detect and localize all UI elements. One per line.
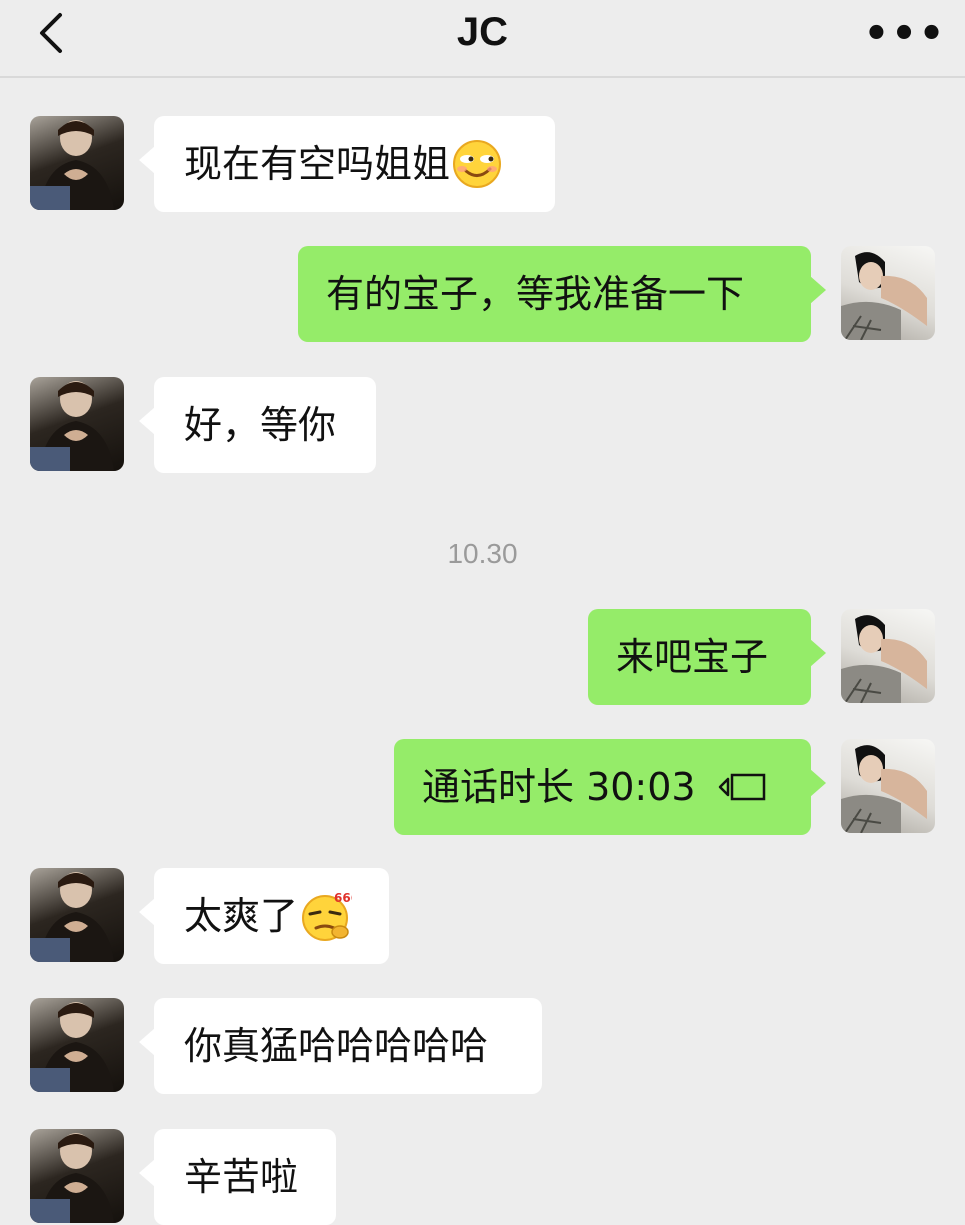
message-text: 通话时长 30:03 — [422, 765, 696, 809]
avatar-jc[interactable] — [30, 998, 124, 1092]
chat-header: JC ••• — [0, 0, 965, 78]
chat-title: JC — [456, 10, 509, 54]
message-bubble[interactable]: 辛苦啦 — [139, 1129, 336, 1225]
call-record-bubble[interactable]: 通话时长 30:03 — [394, 739, 826, 835]
svg-text:666: 666 — [334, 891, 352, 905]
avatar-photo — [841, 745, 927, 833]
avatar-photo — [30, 1002, 114, 1092]
message-bubble[interactable]: 来吧宝子 — [588, 609, 826, 705]
timestamp: 10.30 — [447, 538, 518, 569]
message-bubble[interactable]: 有的宝子，等我准备一下 — [298, 246, 826, 342]
message-text: 你真猛哈哈哈哈哈 — [184, 1024, 489, 1068]
message-text: 有的宝子，等我准备一下 — [326, 272, 745, 316]
avatar-photo — [30, 872, 114, 962]
message-bubble[interactable]: 你真猛哈哈哈哈哈 — [139, 998, 542, 1094]
avatar-jc[interactable] — [30, 1129, 124, 1223]
avatar-me[interactable] — [841, 246, 935, 340]
avatar-photo — [30, 1133, 114, 1223]
666-thinking-face-emoji: 666 — [302, 891, 352, 941]
avatar-jc[interactable] — [30, 377, 124, 471]
message-bubble[interactable]: 好，等你 — [139, 377, 376, 473]
avatar-photo — [841, 252, 927, 340]
message-text: 辛苦啦 — [184, 1155, 299, 1199]
avatar-jc[interactable] — [30, 116, 124, 210]
avatar-photo — [30, 381, 114, 471]
message-text: 现在有空吗姐姐 — [184, 142, 451, 186]
avatar-photo — [30, 120, 114, 210]
more-options-button[interactable]: ••• — [864, 14, 945, 54]
message-bubble[interactable]: 现在有空吗姐姐 — [139, 116, 555, 212]
message-bubble[interactable]: 太爽了 666 — [139, 868, 389, 964]
avatar-me[interactable] — [841, 739, 935, 833]
avatar-me[interactable] — [841, 609, 935, 703]
message-text: 来吧宝子 — [616, 635, 769, 679]
message-text: 好，等你 — [184, 403, 337, 447]
video-call-icon — [718, 773, 765, 800]
avatar-photo — [841, 615, 927, 703]
smirk-face-emoji — [453, 139, 502, 188]
message-text: 太爽了 — [184, 894, 299, 938]
avatar-jc[interactable] — [30, 868, 124, 962]
